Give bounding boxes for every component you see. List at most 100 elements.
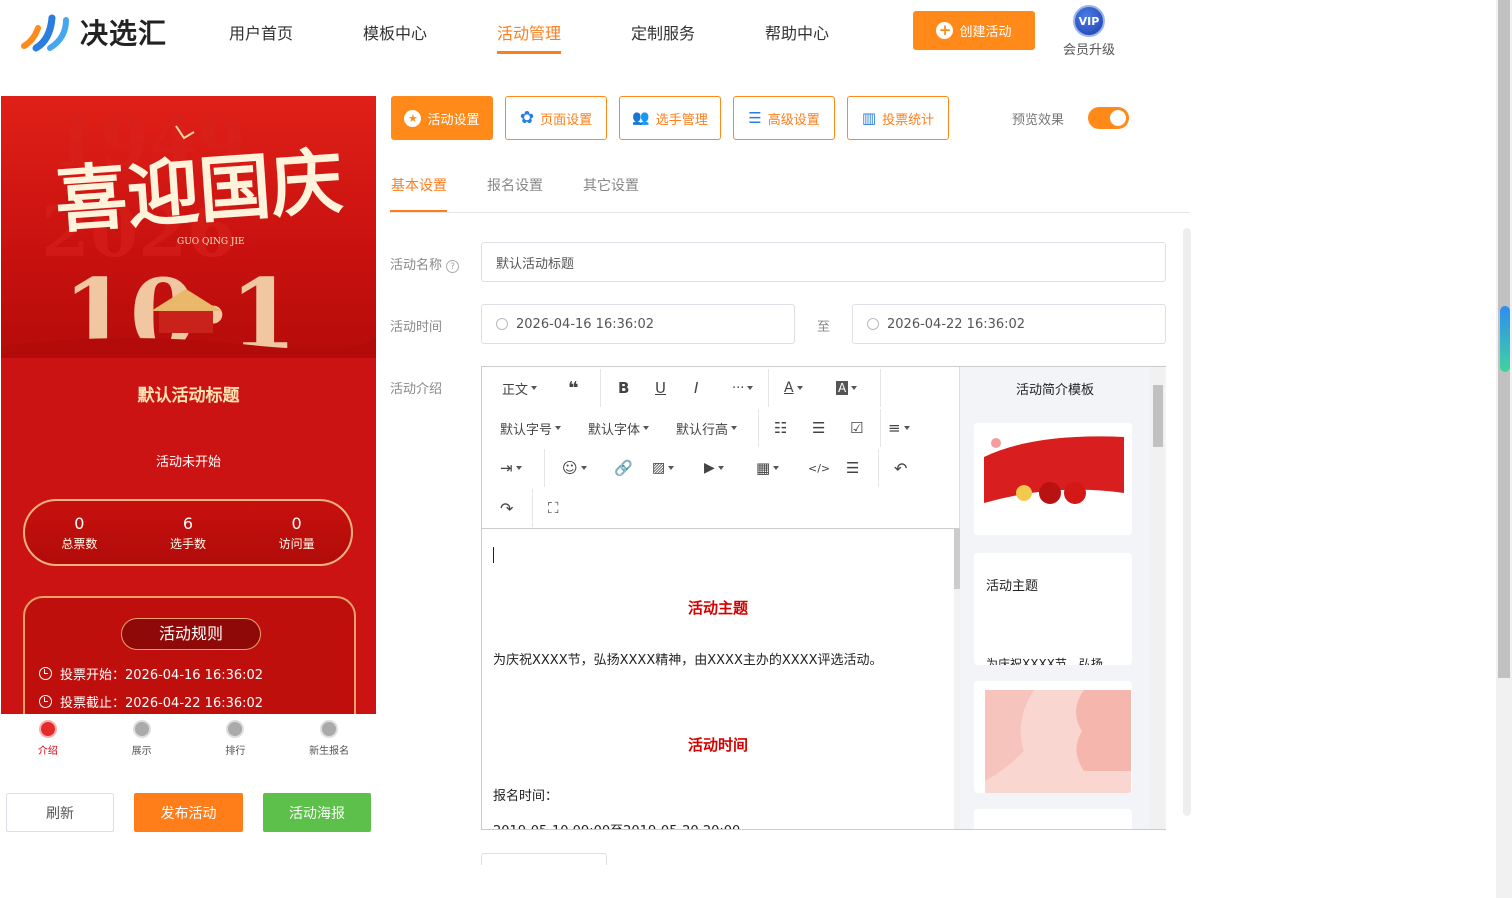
tab-label: 展示	[131, 746, 152, 757]
text-cursor	[493, 547, 494, 563]
template-panel: 活动简介模板 活动主题 为庆祝XXXX节，弘扬	[960, 367, 1166, 829]
template-card[interactable]	[974, 423, 1132, 535]
bullet-list-icon[interactable]: ☷	[774, 418, 787, 438]
template-card[interactable]: 活动主题 为庆祝XXXX节，弘扬	[974, 553, 1132, 665]
tab-intro[interactable]: 介绍	[13, 714, 83, 764]
nav-custom-service[interactable]: 定制服务	[631, 20, 695, 52]
redo-icon[interactable]: ↷	[500, 498, 513, 518]
nav-templates[interactable]: 模板中心	[363, 20, 427, 52]
template-scroll-thumb[interactable]	[1153, 385, 1163, 447]
tab-showcase[interactable]: 展示	[107, 714, 177, 764]
form-scrollbar[interactable]	[1183, 228, 1191, 816]
emoji-icon[interactable]: ☺	[562, 458, 587, 478]
stat-label: 访问量	[278, 536, 315, 551]
button-label: 活动设置	[427, 112, 480, 128]
numbered-list-icon[interactable]: ☰	[812, 418, 825, 438]
nav-activity-management[interactable]: 活动管理	[497, 20, 562, 54]
rules-title: 活动规则	[121, 618, 261, 650]
showcase-icon	[132, 720, 151, 738]
stat-total-votes: 0 总票数	[61, 514, 97, 552]
tab-label: 介绍	[37, 746, 58, 757]
nav-home[interactable]: 用户首页	[229, 20, 293, 52]
start-time-picker[interactable]: 2026-04-16 16:36:02	[481, 304, 795, 344]
font-family-select[interactable]: 默认字体	[588, 418, 650, 438]
preview-toggle[interactable]	[1088, 107, 1129, 129]
stat-label: 总票数	[61, 536, 98, 551]
activity-settings-button[interactable]: ★ 活动设置	[391, 96, 493, 140]
button-label: 选手管理	[655, 112, 708, 128]
create-activity-label: 创建活动	[959, 25, 1012, 40]
table-icon[interactable]: ▦	[756, 458, 780, 478]
content-heading-theme: 活动主题	[687, 599, 748, 617]
time-field-label: 活动时间	[390, 320, 443, 335]
tab-other-settings[interactable]: 其它设置	[583, 175, 639, 195]
vip-upgrade[interactable]: VIP 会员升级	[1060, 5, 1118, 58]
line-height-select[interactable]: 默认行高	[676, 418, 738, 438]
logo-icon	[20, 10, 72, 54]
video-icon[interactable]: ▶	[704, 458, 724, 478]
end-time-picker[interactable]: 2026-04-22 16:36:02	[852, 304, 1166, 344]
select-value: 正文	[502, 382, 529, 398]
rich-text-editor: 正文 ❝ B U I ··· A A 默认字号 默认字体 默认行高 ☷ ☰ ☑ …	[481, 366, 1166, 830]
stat-value: 0	[291, 513, 302, 533]
brand-logo[interactable]: 决选汇	[20, 10, 167, 54]
tab-ranking[interactable]: 排行	[200, 714, 270, 764]
font-size-select[interactable]: 默认字号	[500, 418, 562, 438]
advanced-settings-button[interactable]: ☰ 高级设置	[733, 96, 835, 140]
mobile-preview: 1949 2026 喜迎国庆 GUO QING JIE 10·1 默认活动标题 …	[1, 96, 376, 714]
align-icon[interactable]: ≡	[888, 418, 910, 438]
button-label: 投票统计	[882, 112, 935, 128]
paragraph-style-select[interactable]: 正文	[502, 378, 538, 398]
template-panel-title: 活动简介模板	[1015, 383, 1094, 398]
rule-start-time: 投票开始：2026-04-16 16:36:02	[39, 664, 263, 683]
content-paragraph: 2019-05-10 09:00至2019-05-20 20:00	[493, 820, 740, 829]
help-icon[interactable]: ?	[446, 260, 460, 273]
template-card[interactable]	[974, 809, 1132, 829]
background-color-icon[interactable]: A	[836, 378, 858, 398]
fullscreen-icon[interactable]: ⛶	[548, 498, 559, 518]
more-formatting-icon[interactable]: ···	[732, 378, 754, 398]
code-icon[interactable]: </>	[808, 458, 830, 478]
divider-icon[interactable]: ☰	[846, 458, 859, 478]
activity-title: 默认活动标题	[137, 386, 240, 406]
refresh-button[interactable]: 刷新	[6, 793, 114, 832]
activity-name-input[interactable]: 默认活动标题	[481, 242, 1166, 282]
tab-signup-settings[interactable]: 报名设置	[487, 175, 543, 195]
activity-status: 活动未开始	[155, 455, 221, 470]
template-card[interactable]	[974, 681, 1132, 793]
input-value: 2026-04-16 16:36:02	[516, 316, 655, 332]
vote-statistics-button[interactable]: ▥ 投票统计	[847, 96, 949, 140]
italic-icon[interactable]: I	[694, 378, 698, 398]
underline-icon[interactable]: U	[655, 378, 666, 398]
label-text: 活动名称	[390, 258, 443, 273]
partial-input[interactable]	[481, 853, 607, 865]
quote-icon[interactable]: ❝	[568, 378, 579, 399]
indent-icon[interactable]: ⇥	[500, 458, 522, 478]
contestant-management-button[interactable]: 👥 选手管理	[619, 96, 721, 140]
page-settings-button[interactable]: ✿ 页面设置	[505, 96, 607, 140]
poster-button[interactable]: 活动海报	[263, 793, 371, 832]
create-activity-button[interactable]: + 创建活动	[913, 11, 1035, 50]
editor-toolbar: 正文 ❝ B U I ··· A A 默认字号 默认字体 默认行高 ☷ ☰ ☑ …	[482, 367, 960, 529]
bold-icon[interactable]: B	[618, 378, 629, 398]
content-paragraph: 报名时间：	[493, 789, 559, 804]
editor-content[interactable]: 活动主题 为庆祝XXXX节，弘扬XXXX精神，由XXXX主办的XXXX评选活动。…	[482, 529, 954, 829]
clock-icon	[39, 695, 52, 708]
stat-contestants: 6 选手数	[170, 514, 206, 552]
tab-signup[interactable]: 新生报名	[294, 714, 364, 764]
image-icon[interactable]: ▨	[652, 458, 675, 478]
publish-button[interactable]: 发布活动	[134, 793, 243, 832]
clock-icon	[39, 667, 52, 680]
tab-basic-settings[interactable]: 基本设置	[391, 175, 447, 195]
tab-label: 新生报名	[309, 746, 350, 757]
checklist-icon[interactable]: ☑	[850, 418, 863, 438]
preview-label: 预览效果	[1012, 113, 1065, 128]
undo-icon[interactable]: ↶	[894, 458, 907, 478]
floating-widget[interactable]	[1500, 306, 1510, 372]
nav-help[interactable]: 帮助中心	[765, 20, 829, 52]
font-color-icon[interactable]: A	[784, 378, 803, 398]
bar-chart-icon: ▥	[861, 109, 877, 127]
link-icon[interactable]: 🔗	[614, 458, 633, 478]
clock-icon	[867, 318, 879, 330]
template-text: 为庆祝XXXX节，弘扬	[986, 657, 1103, 665]
